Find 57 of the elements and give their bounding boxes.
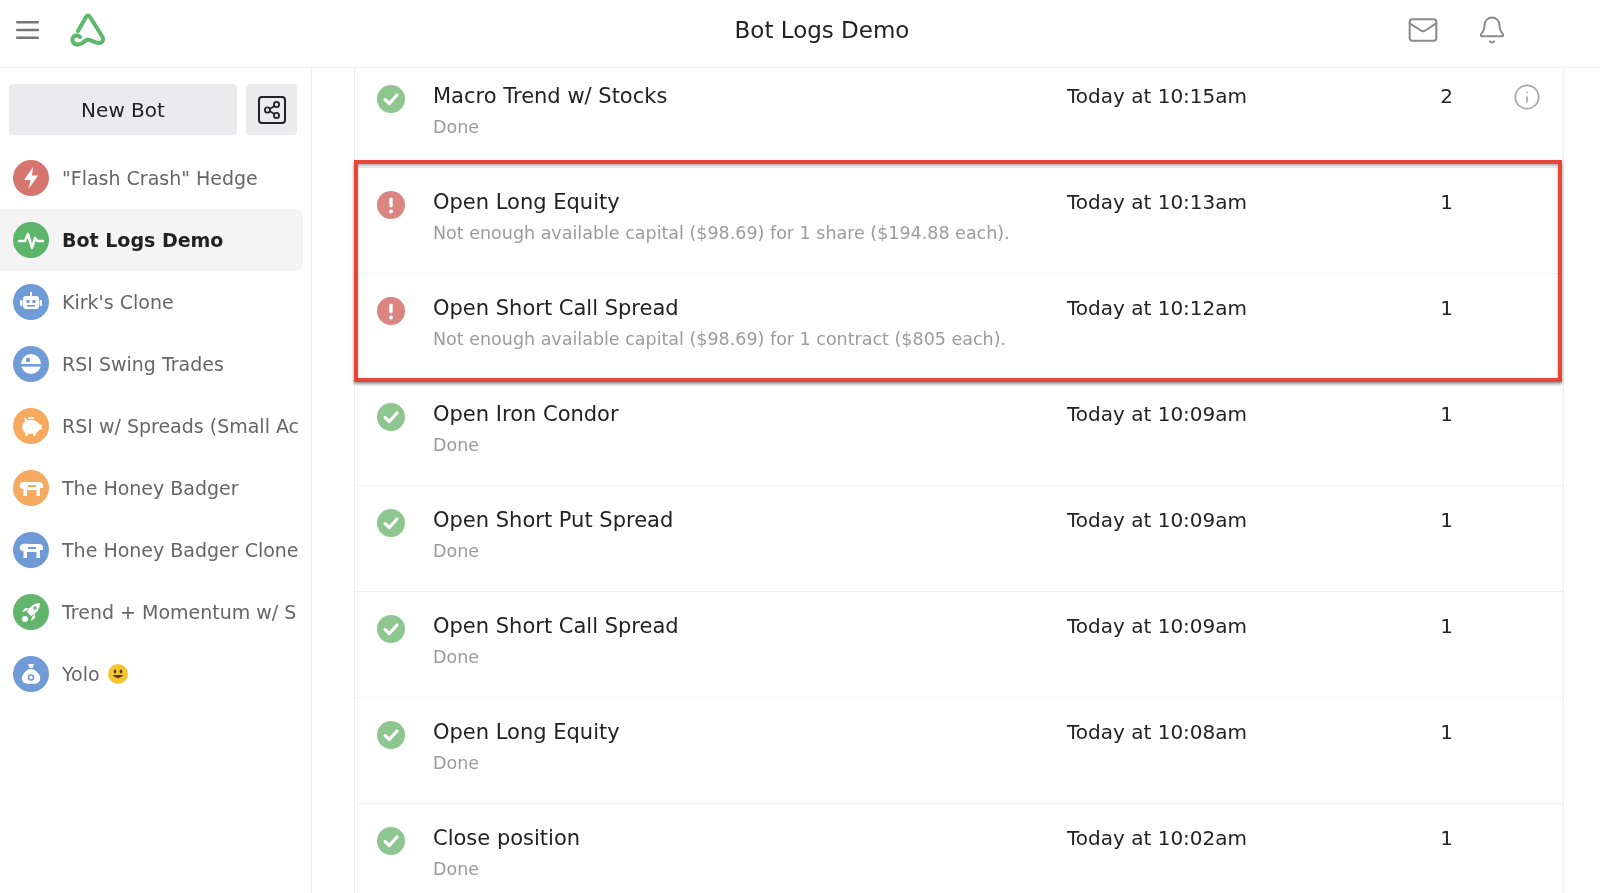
log-time: Today at 10:08am (1067, 719, 1248, 746)
log-detail: Done (433, 116, 481, 138)
log-count: 1 (1440, 613, 1453, 640)
log-count: 2 (1440, 83, 1453, 110)
alert-icon (377, 297, 405, 325)
share-button[interactable] (246, 84, 297, 135)
sidebar-item[interactable]: Trend + Momentum w/ S (0, 581, 303, 643)
sidebar-item[interactable]: Yolo (0, 643, 303, 705)
log-detail: Done (433, 646, 481, 668)
log-time: Today at 10:15am (1067, 83, 1248, 110)
logo-icon (68, 12, 106, 47)
log-detail: Done (433, 540, 481, 562)
alert-icon (377, 191, 405, 219)
sidebar-item[interactable]: RSI w/ Spreads (Small Ac (0, 395, 303, 457)
sidebar-item[interactable]: The Honey Badger Clone (0, 519, 303, 581)
log-title: Open Short Call Spread (433, 613, 680, 640)
log-title: Open Short Call Spread (433, 295, 680, 322)
sidebar-item[interactable]: "Flash Crash" Hedge (0, 147, 303, 209)
log-detail: Done (433, 434, 481, 456)
log-detail: Done (433, 752, 481, 774)
log-time: Today at 10:09am (1067, 507, 1248, 534)
log-title: Close position (433, 825, 582, 852)
sidebar-item[interactable]: RSI Swing Trades (0, 333, 303, 395)
check-icon (377, 827, 405, 855)
log-count: 1 (1440, 507, 1453, 534)
sidebar-item[interactable]: Kirk's Clone (0, 271, 303, 333)
info-icon[interactable] (1513, 83, 1541, 111)
share-icon (257, 95, 286, 124)
log-count: 1 (1440, 401, 1453, 428)
sidebar-item[interactable]: Bot Logs Demo (0, 209, 303, 271)
log-time: Today at 10:09am (1067, 401, 1248, 428)
log-count: 1 (1440, 825, 1453, 852)
sidebar-item[interactable]: The Honey Badger (0, 457, 303, 519)
log-count: 1 (1440, 295, 1453, 322)
check-icon (377, 85, 405, 113)
check-icon (377, 509, 405, 537)
page-title: Bot Logs Demo (734, 16, 910, 43)
log-time: Today at 10:12am (1067, 295, 1248, 322)
check-icon (377, 403, 405, 431)
log-detail: Not enough available capital ($98.69) for 1 share ($194.88 each). (433, 222, 1011, 244)
log-count: 1 (1440, 719, 1453, 746)
log-detail: Done (433, 858, 481, 880)
bell-icon[interactable] (1477, 14, 1507, 45)
log-time: Today at 10:13am (1067, 189, 1248, 216)
check-icon (377, 615, 405, 643)
menu-icon[interactable] (16, 20, 39, 39)
log-title: Open Short Put Spread (433, 507, 675, 534)
log-title: Macro Trend w/ Stocks (433, 83, 669, 110)
log-time: Today at 10:09am (1067, 613, 1248, 640)
log-detail: Not enough available capital ($98.69) for 1 contract ($805 each). (433, 328, 1008, 350)
new-bot-button[interactable]: New Bot (9, 84, 237, 135)
log-title: Open Long Equity (433, 719, 621, 746)
log-title: Open Long Equity (433, 189, 621, 216)
log-time: Today at 10:02am (1067, 825, 1248, 852)
log-count: 1 (1440, 189, 1453, 216)
check-icon (377, 721, 405, 749)
log-title: Open Iron Condor (433, 401, 620, 428)
